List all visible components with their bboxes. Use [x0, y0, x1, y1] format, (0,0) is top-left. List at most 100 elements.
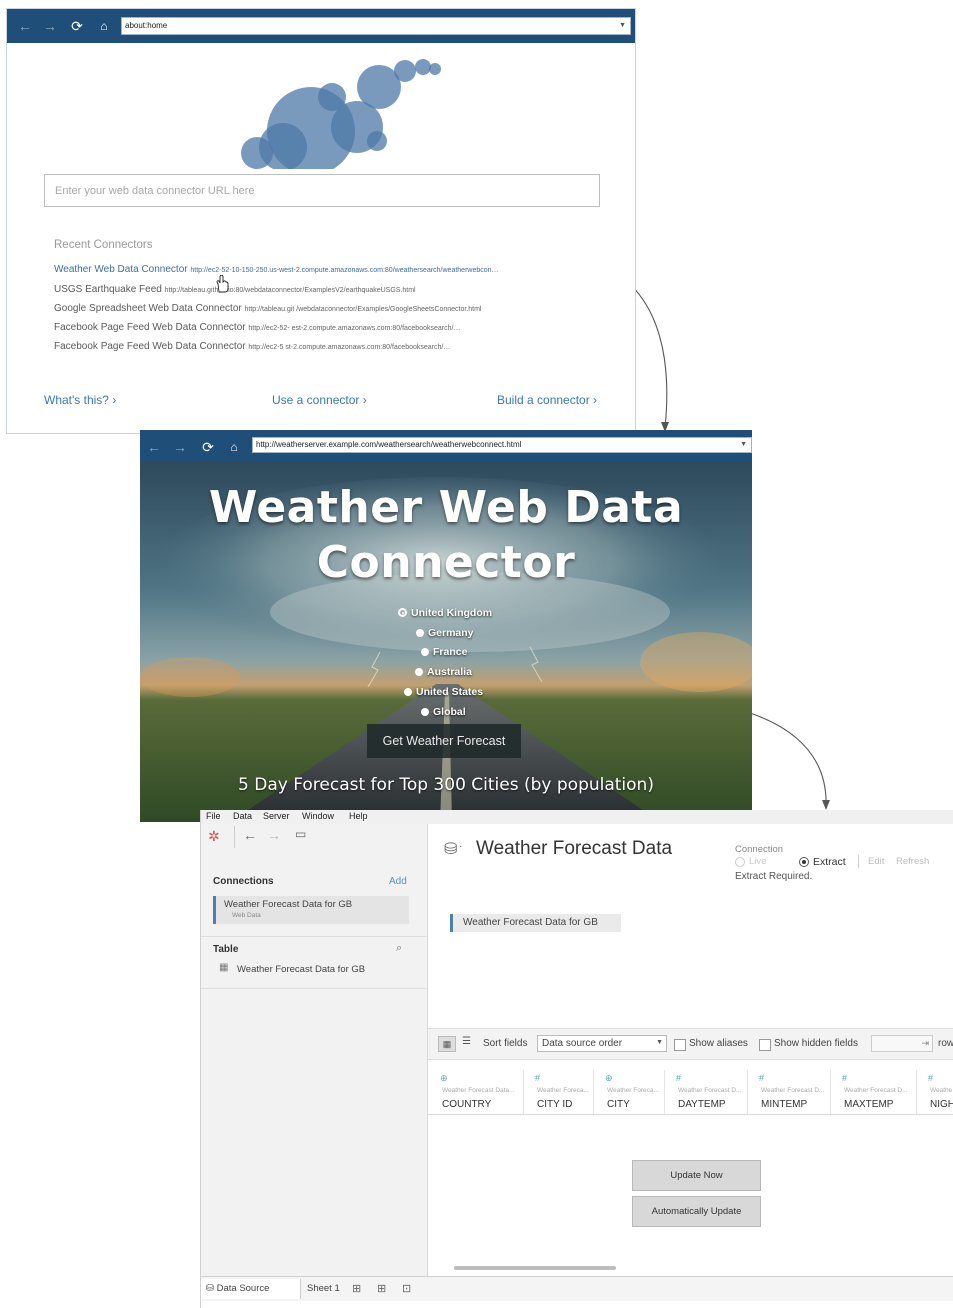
recent-connector-item[interactable]: USGS Earthquake Feed http://tableau.gith… — [54, 284, 416, 295]
number-icon: # — [535, 1073, 541, 1083]
show-hidden-label: Show hidden fields — [774, 1038, 858, 1049]
recent-connector-item[interactable]: Weather Web Data Connector http://ec2-52… — [54, 264, 499, 275]
country-radio-france[interactable]: France — [421, 646, 467, 658]
refresh-link[interactable]: Refresh — [896, 856, 929, 867]
use-connector-link[interactable]: Use a connector › — [272, 393, 367, 407]
new-dashboard-icon[interactable]: ⊞ — [377, 1279, 386, 1299]
add-connection-link[interactable]: Add — [389, 876, 407, 887]
table-heading: Table — [213, 944, 239, 955]
reload-icon[interactable]: ⟳ — [198, 430, 218, 464]
new-worksheet-icon[interactable]: ⊞ — [352, 1279, 361, 1299]
chevron-down-icon[interactable]: ▼ — [619, 18, 626, 34]
edit-link[interactable]: Edit — [868, 856, 884, 867]
tableau-logo-icon[interactable]: ✲ — [208, 828, 220, 845]
chevron-down-icon[interactable]: ▼ — [740, 438, 747, 452]
connection-card[interactable]: Weather Forecast Data for GB Web Data — [213, 896, 409, 924]
wdc-start-window: ← → ⟳ ⌂ about:home ▼ Enter your web data… — [6, 8, 636, 434]
horizontal-scrollbar[interactable] — [454, 1266, 616, 1270]
browser-nav-bar: ← → ⟳ ⌂ http://weatherserver.example.com… — [140, 430, 752, 462]
radio-icon — [421, 708, 429, 716]
whats-this-link[interactable]: What's this? › — [44, 393, 116, 407]
live-radio-icon[interactable] — [735, 857, 745, 867]
menu-window[interactable]: Window — [302, 811, 334, 821]
show-aliases-label: Show aliases — [689, 1038, 748, 1049]
country-radio-australia[interactable]: Australia — [415, 666, 472, 678]
forward-icon[interactable]: → — [170, 430, 190, 464]
forecast-subtitle: 5 Day Forecast for Top 300 Cities (by po… — [238, 775, 654, 795]
table-icon: ▦ — [219, 962, 229, 973]
number-icon: # — [842, 1073, 848, 1083]
page-title-line1: Weather Web Data — [208, 482, 684, 533]
canvas-table-tag[interactable]: Weather Forecast Data for GB — [450, 914, 621, 932]
column-header[interactable]: ⊕ Weather Forecast Data... COUNTRY — [428, 1070, 524, 1114]
table-item[interactable]: Weather Forecast Data for GB — [237, 964, 365, 975]
grid-toolbar: ▦ ☰ Sort fields Data source order ▼ Show… — [428, 1028, 953, 1060]
radio-icon — [404, 688, 412, 696]
home-icon[interactable]: ⌂ — [224, 430, 244, 464]
save-icon[interactable]: ▭ — [295, 827, 306, 841]
address-text: about:home — [125, 21, 168, 30]
forward-icon[interactable]: → — [40, 9, 60, 43]
menu-server[interactable]: Server — [263, 811, 290, 821]
column-header[interactable]: # Weather Foreca... CITY ID — [523, 1070, 594, 1114]
automatically-update-button[interactable]: Automatically Update — [632, 1196, 761, 1227]
build-connector-link[interactable]: Build a connector › — [497, 393, 597, 407]
menu-file[interactable]: File — [206, 811, 221, 821]
extract-label: Extract — [813, 856, 846, 868]
country-radio-global[interactable]: Global — [421, 706, 466, 718]
search-icon[interactable]: ⌕ — [396, 942, 402, 955]
browser-nav-bar: ← → ⟳ ⌂ about:home ▼ — [7, 9, 635, 43]
datasource-menu-chevron-icon[interactable]: · — [459, 841, 462, 852]
connection-type: Web Data — [232, 912, 261, 919]
show-aliases-checkbox[interactable] — [674, 1039, 686, 1051]
column-header[interactable]: # Weather Forecast D... MINTEMP — [747, 1070, 831, 1114]
forward-icon[interactable]: → — [267, 827, 281, 843]
page-title-line2: Connector — [316, 537, 576, 588]
number-icon: # — [676, 1073, 682, 1083]
get-weather-forecast-button[interactable]: Get Weather Forecast — [367, 724, 521, 758]
column-header[interactable]: # Weathe NIGH — [916, 1070, 953, 1114]
toolbar-divider — [234, 826, 235, 848]
address-bar[interactable]: about:home ▼ — [121, 17, 631, 35]
wdc-url-input[interactable]: Enter your web data connector URL here — [44, 174, 600, 207]
connection-caption: Connection — [735, 844, 784, 855]
back-icon[interactable]: ← — [15, 9, 35, 43]
weather-wdc-window: ← → ⟳ ⌂ http://weatherserver.example.com… — [140, 430, 752, 822]
number-icon: # — [928, 1073, 934, 1083]
menu-help[interactable]: Help — [349, 811, 368, 821]
left-pane: ✲ ← → ▭ Connections Add Weather Forecast… — [201, 824, 428, 1276]
update-now-button[interactable]: Update Now — [632, 1160, 761, 1191]
rows-input[interactable]: ⇥ — [871, 1035, 933, 1052]
country-radio-germany[interactable]: Germany — [416, 627, 474, 639]
column-header[interactable]: # Weather Forecast D... MAXTEMP — [830, 1070, 917, 1114]
radio-icon — [421, 648, 429, 656]
home-icon[interactable]: ⌂ — [94, 9, 114, 43]
connections-heading: Connections — [213, 876, 274, 887]
recent-connector-item[interactable]: Facebook Page Feed Web Data Connector ht… — [54, 341, 450, 352]
recent-connector-item[interactable]: Google Spreadsheet Web Data Connector ht… — [54, 303, 481, 314]
list-view-icon[interactable]: ☰ — [462, 1036, 471, 1047]
extract-radio-icon[interactable] — [799, 857, 809, 867]
column-header[interactable]: # Weather Forecast D... DAYTEMP — [664, 1070, 748, 1114]
reload-icon[interactable]: ⟳ — [67, 9, 87, 43]
country-radio-united-states[interactable]: United States — [404, 686, 483, 698]
recent-connector-item[interactable]: Facebook Page Feed Web Data Connector ht… — [54, 322, 460, 333]
column-header[interactable]: ⊕ Weather Foreca... CITY — [593, 1070, 665, 1114]
bubbles-logo — [241, 59, 441, 169]
grid-view-icon[interactable]: ▦ — [438, 1036, 456, 1052]
tab-sheet1[interactable]: Sheet 1 — [307, 1279, 340, 1299]
country-radio-uk[interactable]: United Kingdom — [398, 607, 492, 619]
address-bar[interactable]: http://weatherserver.example.com/weather… — [252, 437, 752, 453]
tab-data-source[interactable]: ⛁ Data Source — [201, 1279, 301, 1299]
menu-bar: File Data Server Window Help — [201, 810, 953, 825]
connection-name: Weather Forecast Data for GB — [224, 899, 353, 910]
menu-data[interactable]: Data — [233, 811, 252, 821]
show-hidden-checkbox[interactable] — [759, 1039, 771, 1051]
new-story-icon[interactable]: ⊡ — [402, 1279, 411, 1299]
sort-order-select[interactable]: Data source order ▼ — [537, 1035, 667, 1052]
back-icon[interactable]: ← — [144, 430, 164, 464]
data-source-title[interactable]: Weather Forecast Data — [476, 838, 672, 860]
back-icon[interactable]: ← — [243, 827, 257, 843]
globe-icon: ⊕ — [440, 1073, 448, 1083]
rows-label: row — [938, 1038, 953, 1049]
